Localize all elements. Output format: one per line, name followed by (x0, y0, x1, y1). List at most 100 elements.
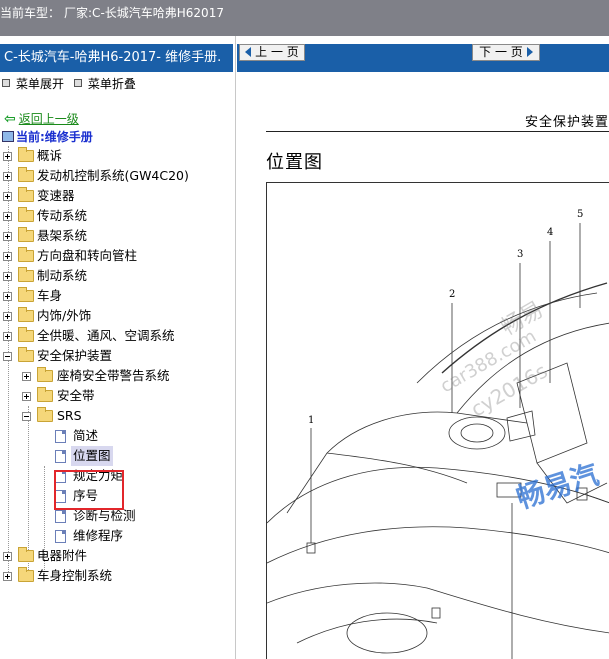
tree-item-brakes[interactable]: 制动系统 (0, 266, 236, 286)
expand-icon[interactable] (3, 292, 12, 301)
folder-icon (18, 287, 34, 302)
left-arrow-icon (245, 47, 252, 57)
tree-item-engine[interactable]: 发动机控制系统(GW4C20) (0, 166, 236, 186)
collapse-icon[interactable] (22, 412, 31, 421)
tree-item-body-control[interactable]: 车身控制系统 (0, 566, 236, 586)
tree-item-label[interactable]: 简述 (73, 426, 98, 446)
document-icon (55, 530, 66, 543)
tree-item-label[interactable]: 内饰/外饰 (37, 306, 91, 326)
tree-item-label[interactable]: SRS (57, 406, 82, 426)
folder-icon (18, 267, 34, 282)
tree-item-label[interactable]: 全供暖、通风、空调系统 (37, 326, 175, 346)
folder-icon (18, 167, 34, 182)
tree-item-label[interactable]: 悬架系统 (37, 226, 87, 246)
callout-5: 5 (577, 209, 584, 220)
sidebar: C-长城汽车-哈弗H6-2017- 维修手册. 菜单展开 菜单折叠 ⇦ 返回上一级… (0, 36, 236, 659)
monitor-icon (2, 131, 14, 142)
airbag-location-diagram: 1 2 3 4 5 畅易 car388.com cy2016s 畅易汽 (266, 182, 609, 659)
callout-2: 2 (449, 289, 456, 300)
tree-item-label[interactable]: 电器附件 (37, 546, 87, 566)
folder-icon (18, 567, 34, 582)
collapse-icon (73, 79, 82, 87)
header-rule (266, 131, 609, 132)
tree-item-label[interactable]: 车身 (37, 286, 62, 306)
expand-icon[interactable] (3, 332, 12, 341)
tree-item-location-diagram[interactable]: 位置图 (0, 446, 236, 466)
folder-icon (37, 367, 53, 382)
tree-item-body[interactable]: 车身 (0, 286, 236, 306)
section-title: 安全保护装置 (524, 115, 609, 130)
back-arrow-icon: ⇦ (4, 111, 16, 127)
callout-1: 1 (308, 415, 315, 426)
tree-item-label[interactable]: 车身控制系统 (37, 566, 112, 586)
tree-item-label[interactable]: 发动机控制系统(GW4C20) (37, 166, 189, 186)
folder-open-icon (37, 407, 53, 422)
car-illustration (267, 223, 609, 659)
tree-item-suspension[interactable]: 悬架系统 (0, 226, 236, 246)
menu-collapse-button[interactable]: 菜单折叠 (88, 77, 136, 91)
expand-icon[interactable] (3, 252, 12, 261)
expand-icon[interactable] (3, 232, 12, 241)
current-location-label: 当前:维修手册 (16, 130, 93, 144)
tree-item-repair[interactable]: 维修程序 (0, 526, 236, 546)
expand-icon[interactable] (22, 392, 31, 401)
folder-icon (18, 187, 34, 202)
back-link[interactable]: ⇦ 返回上一级 (4, 110, 79, 128)
prev-page-button[interactable]: 上 一 页 (239, 44, 305, 61)
folder-icon (18, 207, 34, 222)
expand-icon[interactable] (3, 152, 12, 161)
expand-icon[interactable] (3, 212, 12, 221)
expand-icon[interactable] (3, 572, 12, 581)
next-page-button[interactable]: 下 一 页 (472, 44, 540, 61)
tree-item-label[interactable]: 安全保护装置 (37, 346, 112, 366)
tree-item-srs[interactable]: SRS (0, 406, 236, 426)
expand-icon[interactable] (3, 172, 12, 181)
document-icon (55, 430, 66, 443)
tree-item-label[interactable]: 变速器 (37, 186, 75, 206)
tree-item-drivetrain[interactable]: 传动系统 (0, 206, 236, 226)
folder-icon (18, 547, 34, 562)
next-page-label: 下 一 页 (479, 45, 523, 59)
menu-toolbar: 菜单展开 菜单折叠 (0, 72, 235, 96)
tree-item-label[interactable]: 维修程序 (73, 526, 123, 546)
tree-item-trim[interactable]: 内饰/外饰 (0, 306, 236, 326)
tree-view: 概诉 发动机控制系统(GW4C20) 变速器 传动系统 悬架系统 方向盘和转向管… (0, 146, 236, 586)
folder-icon (18, 247, 34, 262)
tree-item-transmission[interactable]: 变速器 (0, 186, 236, 206)
document-icon (55, 510, 66, 523)
tree-item-label[interactable]: 安全带 (57, 386, 95, 406)
tree-item-seatbelt-warning[interactable]: 座椅安全带警告系统 (0, 366, 236, 386)
tree-item-hvac[interactable]: 全供暖、通风、空调系统 (0, 326, 236, 346)
folder-icon (18, 307, 34, 322)
expand-icon[interactable] (3, 192, 12, 201)
vehicle-label: 当前车型： (0, 6, 61, 20)
page-title: 位置图 (266, 152, 323, 173)
tree-item-electrical[interactable]: 电器附件 (0, 546, 236, 566)
collapse-icon[interactable] (3, 352, 12, 361)
tree-item-seatbelt[interactable]: 安全带 (0, 386, 236, 406)
page-nav-bar: 上 一 页 下 一 页 (237, 44, 609, 72)
sidebar-title: C-长城汽车-哈弗H6-2017- 维修手册. (0, 44, 233, 72)
document-icon (55, 450, 66, 463)
expand-icon[interactable] (3, 552, 12, 561)
tree-item-label[interactable]: 座椅安全带警告系统 (57, 366, 170, 386)
highlight-box (54, 470, 124, 510)
right-arrow-icon (526, 47, 533, 57)
expand-icon[interactable] (3, 312, 12, 321)
back-link-label[interactable]: 返回上一级 (19, 112, 79, 126)
tree-item-label[interactable]: 概诉 (37, 146, 62, 166)
tree-item-label[interactable]: 方向盘和转向管柱 (37, 246, 137, 266)
tree-item-brief[interactable]: 简述 (0, 426, 236, 446)
expand-icon[interactable] (22, 372, 31, 381)
menu-expand-button[interactable]: 菜单展开 (16, 77, 64, 91)
tree-item-label[interactable]: 制动系统 (37, 266, 87, 286)
title-bar: 当前车型： 厂家:C-长城汽车哈弗H62017 (0, 0, 609, 36)
current-location: 当前:维修手册 (2, 128, 93, 146)
tree-item-label[interactable]: 传动系统 (37, 206, 87, 226)
folder-icon (37, 387, 53, 402)
expand-icon[interactable] (3, 272, 12, 281)
tree-item-label-selected[interactable]: 位置图 (71, 446, 113, 466)
tree-item-overview[interactable]: 概诉 (0, 146, 236, 166)
tree-item-safety[interactable]: 安全保护装置 (0, 346, 236, 366)
tree-item-steering[interactable]: 方向盘和转向管柱 (0, 246, 236, 266)
